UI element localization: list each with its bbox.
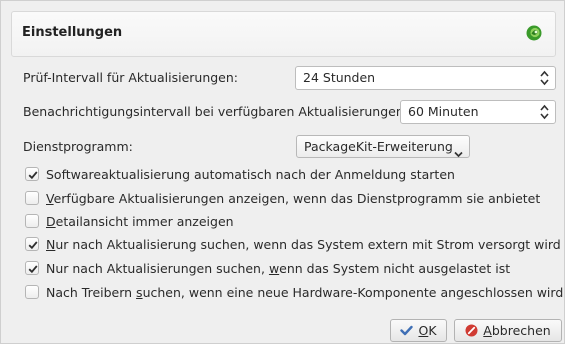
check-interval-select[interactable]: 24 Stunden [295, 66, 556, 90]
cancel-button-label: Abbrechen [483, 323, 551, 338]
checkbox[interactable] [25, 167, 39, 181]
notify-interval-value: 60 Minuten [408, 104, 479, 119]
notify-interval-select[interactable]: 60 Minuten [400, 100, 556, 124]
checkbox-label: Verfügbare Aktualisierungen anzeigen, we… [46, 190, 541, 206]
checkbox-label: Nach Treibern suchen, wenn eine neue Har… [46, 284, 564, 300]
checkmark-icon [28, 241, 38, 250]
checkbox-drivers[interactable]: Nach Treibern suchen, wenn eine neue Har… [25, 283, 563, 301]
cancel-button[interactable]: Abbrechen [454, 319, 562, 342]
checkbox-label: Detailansicht immer anzeigen [46, 213, 234, 229]
checkbox-ac-power[interactable]: Nur nach Aktualisierung suchen, wenn das… [25, 235, 561, 253]
checkbox-detail-view[interactable]: Detailansicht immer anzeigen [25, 212, 234, 230]
apper-icon [525, 24, 543, 42]
checkbox-autostart[interactable]: Softwareaktualisierung automatisch nach … [25, 165, 455, 183]
notify-interval-label: Benachrichtigungsintervall bei verfügbar… [23, 104, 408, 119]
helper-value: PackageKit-Erweiterung [304, 139, 453, 154]
checkbox[interactable] [25, 237, 39, 251]
ok-button[interactable]: OK [390, 319, 447, 342]
up-down-arrows-icon [540, 70, 549, 86]
checkbox-show-updates[interactable]: Verfügbare Aktualisierungen anzeigen, we… [25, 189, 540, 207]
settings-dialog: Einstellungen Prüf-Intervall für Aktuali… [0, 0, 565, 344]
ok-button-label: OK [418, 323, 437, 338]
checkmark-icon [28, 265, 38, 274]
up-down-arrows-icon [540, 104, 549, 120]
chevron-down-icon [454, 143, 463, 158]
checkbox-label: Softwareaktualisierung automatisch nach … [46, 166, 455, 182]
dialog-title: Einstellungen [22, 25, 123, 40]
checkmark-icon [400, 325, 414, 336]
check-interval-value: 24 Stunden [303, 70, 376, 85]
cancel-icon [465, 324, 478, 337]
checkbox-label: Nur nach Aktualisierungen suchen, wenn d… [46, 260, 511, 276]
check-interval-label: Prüf-Intervall für Aktualisierungen: [23, 70, 238, 85]
checkbox[interactable] [25, 191, 39, 205]
checkbox-label: Nur nach Aktualisierung suchen, wenn das… [46, 236, 561, 252]
helper-dropdown[interactable]: PackageKit-Erweiterung [296, 135, 470, 158]
checkbox[interactable] [25, 285, 39, 299]
helper-label: Dienstprogramm: [23, 139, 133, 154]
dialog-header: Einstellungen [11, 11, 556, 57]
checkbox[interactable] [25, 214, 39, 228]
checkmark-icon [28, 171, 38, 180]
checkbox[interactable] [25, 261, 39, 275]
checkbox-idle[interactable]: Nur nach Aktualisierungen suchen, wenn d… [25, 259, 510, 277]
